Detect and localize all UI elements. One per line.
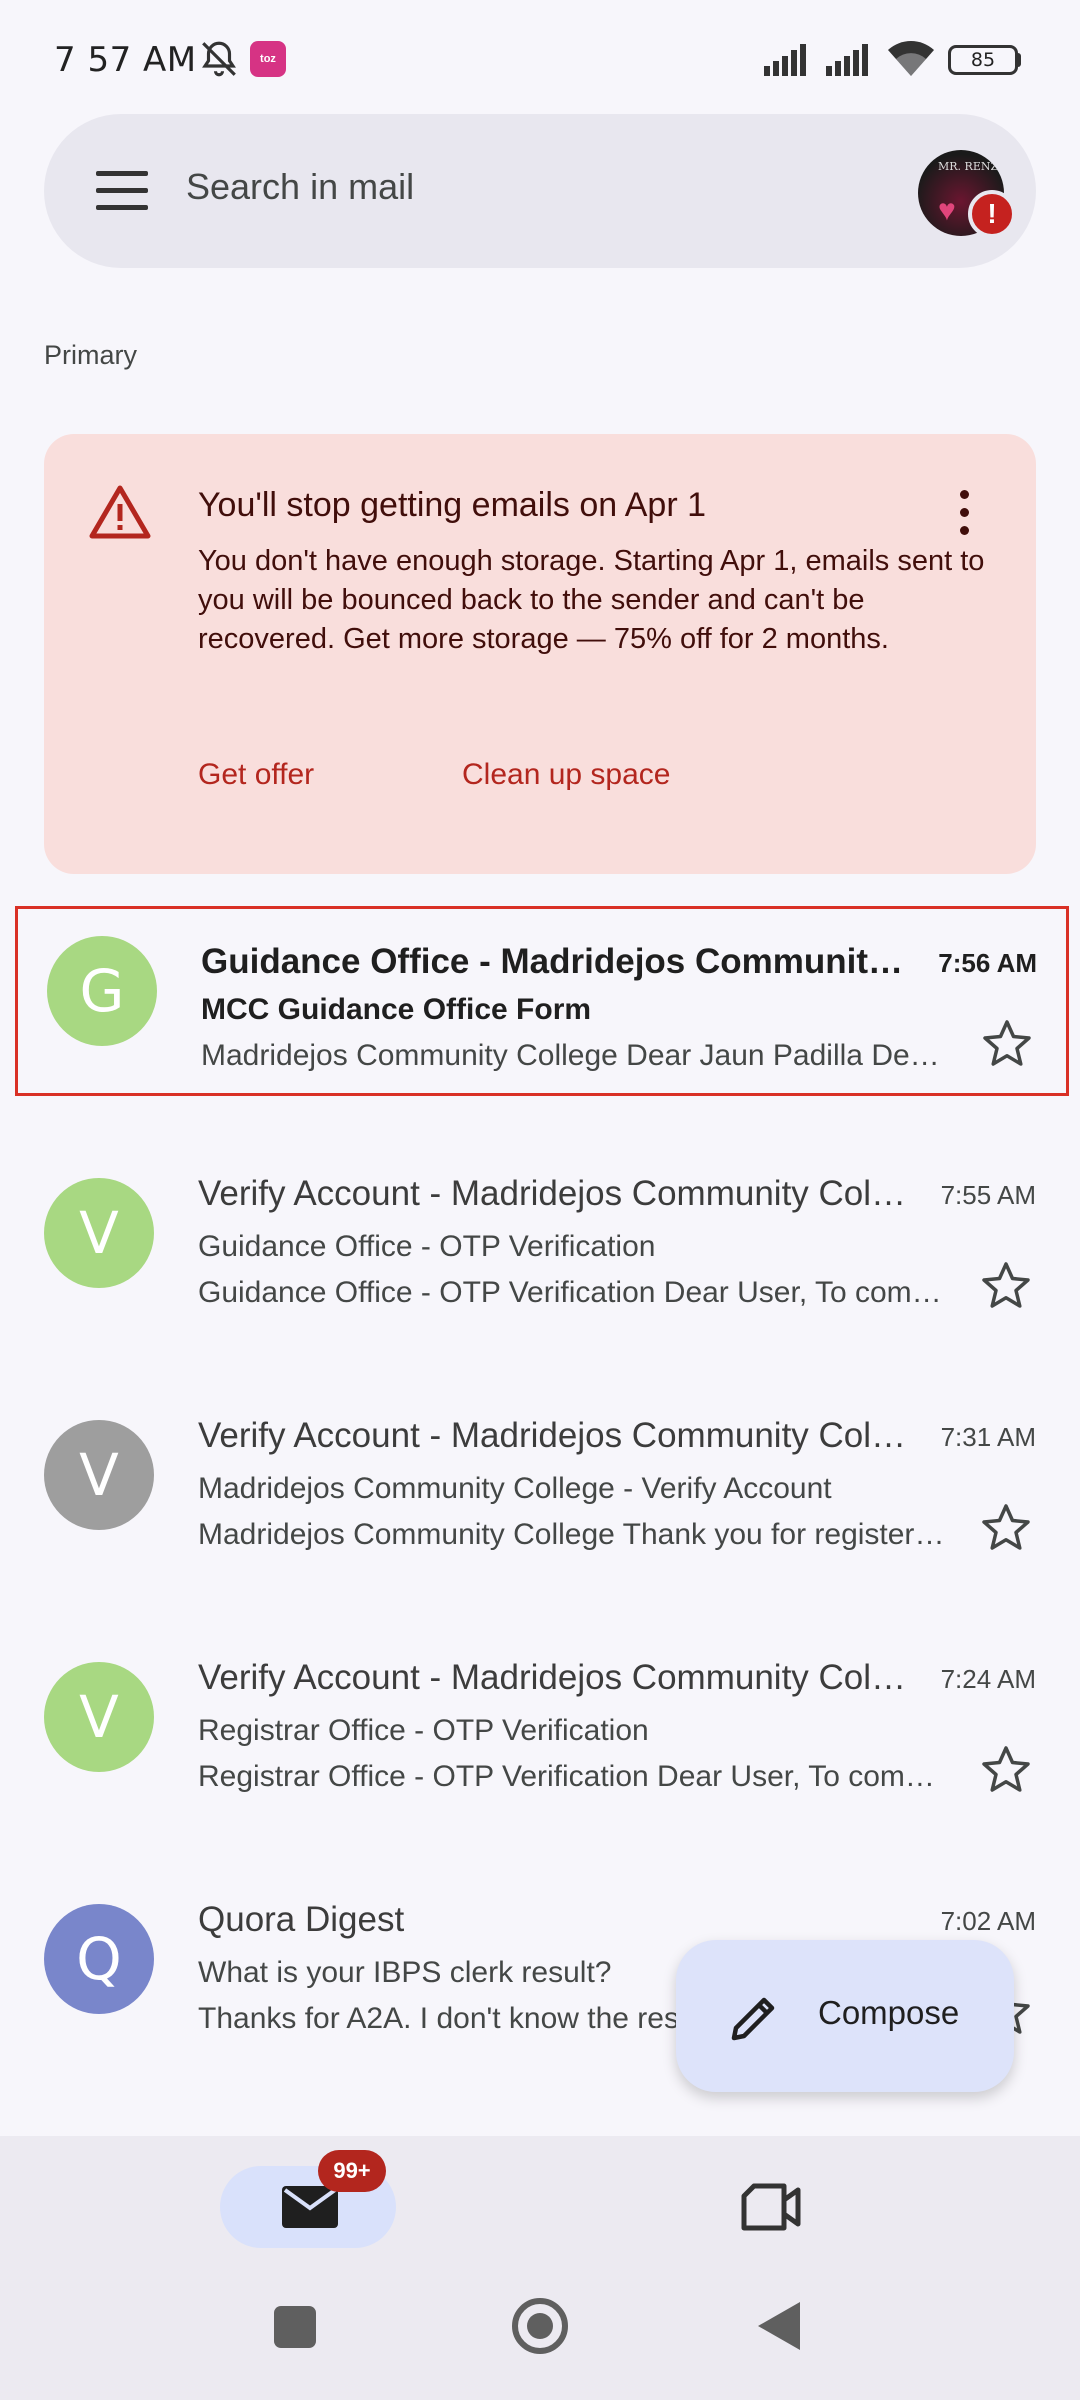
email-snippet: Guidance Office - OTP Verification Dear …: [198, 1276, 946, 1309]
email-row[interactable]: V Verify Account - Madridejos Community …: [0, 1390, 1080, 1576]
signal-icon: [826, 44, 868, 76]
email-subject: Registrar Office - OTP Verification: [198, 1714, 649, 1747]
email-sender: Verify Account - Madridejos Community Co…: [198, 1416, 908, 1455]
bell-off-icon: [202, 41, 236, 77]
alert-icon: !: [968, 190, 1016, 238]
section-label: Primary: [44, 340, 137, 370]
email-row[interactable]: V Verify Account - Madridejos Community …: [0, 1148, 1080, 1334]
sender-avatar[interactable]: G: [47, 936, 157, 1046]
email-row[interactable]: G Guidance Office - Madridejos Community…: [15, 906, 1069, 1096]
email-sender: Guidance Office - Madridejos Community C…: [201, 942, 911, 981]
search-bar[interactable]: Search in mail MR. RENZ ♥ !: [44, 114, 1036, 268]
email-time: 7:56 AM: [938, 948, 1037, 978]
card-body: You don't have enough storage. Starting …: [198, 545, 985, 655]
warning-icon: [89, 485, 151, 539]
home-button[interactable]: [512, 2298, 568, 2354]
sender-avatar[interactable]: V: [44, 1420, 154, 1530]
menu-icon[interactable]: [96, 171, 148, 211]
star-icon[interactable]: [980, 1502, 1032, 1554]
more-vert-icon[interactable]: [960, 490, 972, 538]
search-input[interactable]: Search in mail: [186, 166, 414, 208]
star-icon[interactable]: [980, 1260, 1032, 1312]
email-subject: Madridejos Community College - Verify Ac…: [198, 1472, 832, 1505]
email-row[interactable]: V Verify Account - Madridejos Community …: [0, 1632, 1080, 1818]
signal-icon: [764, 44, 806, 76]
mail-count-badge: 99+: [318, 2150, 386, 2192]
email-subject: Guidance Office - OTP Verification: [198, 1230, 656, 1263]
email-snippet: Madridejos Community College Dear Jaun P…: [201, 1039, 949, 1072]
card-title: You'll stop getting emails on Apr 1: [198, 486, 707, 524]
email-sender: Quora Digest: [198, 1900, 405, 1939]
email-snippet: Registrar Office - OTP Verification Dear…: [198, 1760, 946, 1793]
compose-button[interactable]: Compose: [676, 1940, 1014, 2092]
back-button[interactable]: [758, 2302, 800, 2350]
sender-avatar[interactable]: V: [44, 1662, 154, 1772]
avatar-text: MR. RENZ: [938, 160, 999, 173]
storage-warning-card: You'll stop getting emails on Apr 1 You …: [44, 434, 1036, 874]
email-time: 7:02 AM: [940, 1906, 1036, 1936]
email-sender: Verify Account - Madridejos Community Co…: [198, 1174, 908, 1213]
email-time: 7:31 AM: [940, 1422, 1036, 1452]
star-icon[interactable]: [980, 1744, 1032, 1796]
video-icon[interactable]: [740, 2176, 802, 2238]
wifi-icon: [888, 41, 934, 76]
recent-apps-button[interactable]: [274, 2306, 316, 2348]
compose-label: Compose: [818, 1994, 960, 2031]
bottom-nav: 99+: [0, 2136, 1080, 2400]
email-sender: Verify Account - Madridejos Community Co…: [198, 1658, 908, 1697]
email-time: 7:55 AM: [940, 1180, 1036, 1210]
status-time: 7 57 AM: [54, 40, 197, 80]
star-icon[interactable]: [981, 1018, 1033, 1070]
sender-avatar[interactable]: Q: [44, 1904, 154, 2014]
email-subject: MCC Guidance Office Form: [201, 993, 592, 1026]
battery-icon: 85: [948, 45, 1018, 75]
email-time: 7:24 AM: [940, 1664, 1036, 1694]
battery-tip: [1016, 53, 1021, 67]
status-bar: 7 57 AM toz 85: [0, 0, 1080, 110]
email-snippet: Madridejos Community College Thank you f…: [198, 1518, 946, 1551]
get-offer-button[interactable]: Get offer: [198, 758, 314, 792]
sender-avatar[interactable]: V: [44, 1178, 154, 1288]
app-notification-icon: toz: [250, 41, 286, 77]
pencil-icon: [731, 1997, 775, 2041]
gmail-inbox: 7 57 AM toz 85 Search in mail MR. RENZ ♥…: [0, 0, 1080, 2400]
mail-icon: [282, 2186, 338, 2228]
clean-up-space-button[interactable]: Clean up space: [462, 758, 670, 792]
heart-icon: ♥: [938, 194, 956, 227]
